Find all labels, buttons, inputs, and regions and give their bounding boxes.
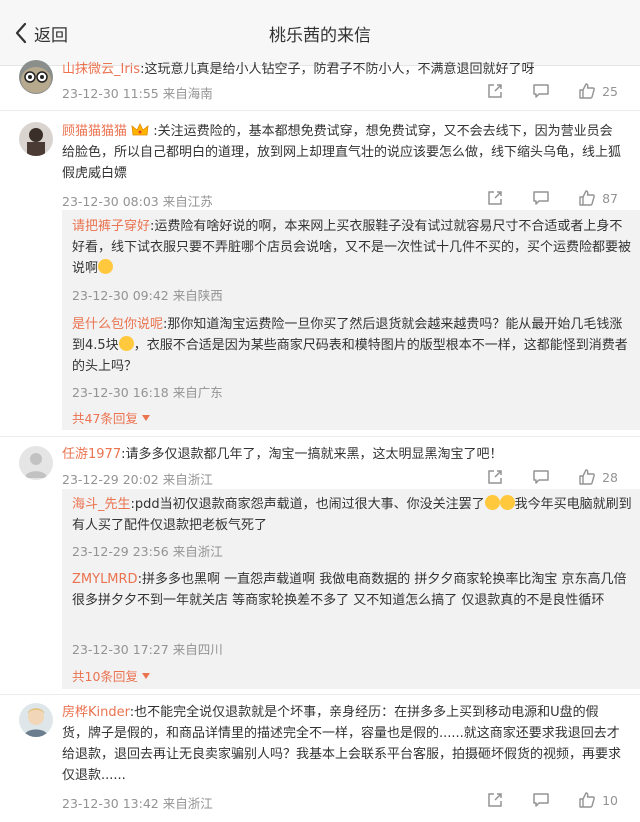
comment-actions: 25: [486, 82, 618, 100]
reply-meta: 23-12-30 16:18 来自广东: [72, 385, 223, 400]
comment-icon[interactable]: [532, 82, 550, 100]
divider: [0, 110, 640, 111]
username-link[interactable]: 请把裤子穿好: [72, 219, 150, 234]
comment-icon[interactable]: [532, 468, 550, 486]
like-count: 28: [602, 469, 618, 485]
emoji-icon: [98, 259, 114, 274]
reply-meta: 23-12-30 17:27 来自四川: [72, 642, 223, 657]
reply-text: 请把裤子穿好:运费险有啥好说的啊，本来网上买衣服鞋子没有试过就容易尺寸不合适或者…: [72, 219, 632, 276]
reply-text: ZMYLMRD:拼多多也黑啊 一直怨声载道啊 我做电商数据的 拼夕夕商家轮换率比…: [72, 572, 627, 608]
like-count: 87: [602, 190, 618, 206]
comment-text: 顾猫猫猫猫 :关注运费险的，基本都想免费试穿，想免费试穿，又不会去线下，因为营业…: [62, 123, 622, 181]
avatar[interactable]: [19, 60, 53, 94]
like-icon[interactable]: [578, 189, 596, 207]
share-icon[interactable]: [486, 791, 504, 809]
comment-text: 任游1977:请多多仅退款都几年了，淘宝一搞就来黑，这太明显黑淘宝了吧！: [62, 447, 503, 462]
username-link[interactable]: 顾猫猫猫猫: [62, 124, 127, 139]
comment-actions: 87: [486, 189, 618, 207]
comment-meta: 23-12-30 11:55 来自海南: [62, 86, 213, 101]
share-icon[interactable]: [486, 468, 504, 486]
comment-meta: 23-12-30 13:42 来自浙江: [62, 796, 213, 811]
emoji-icon: [118, 336, 134, 351]
comment-actions: 28: [486, 468, 618, 486]
reply-text: 是什么包你说呢:那你知道淘宝运费险一旦你买了然后退货就会越来越贵吗？能从最开始几…: [72, 317, 628, 374]
avatar[interactable]: [19, 122, 53, 156]
divider: [0, 694, 640, 695]
reply-text: 海斗_先生:pdd当初仅退款商家怨声载道，也闹过很大事、你没关注罢了 我今年买电脑…: [72, 495, 632, 533]
avatar[interactable]: [19, 446, 53, 480]
share-icon[interactable]: [486, 189, 504, 207]
reply-box: 请把裤子穿好:运费险有啥好说的啊，本来网上买衣服鞋子没有试过就容易尺寸不合适或者…: [62, 210, 640, 430]
like-icon[interactable]: [578, 82, 596, 100]
like-icon[interactable]: [578, 468, 596, 486]
like-count: 25: [602, 83, 618, 99]
username-link[interactable]: 房桦Kinder: [62, 705, 130, 720]
chevron-down-icon: [141, 414, 150, 421]
emoji-icon: [499, 495, 515, 510]
username-link[interactable]: 任游1977: [62, 447, 121, 462]
username-link[interactable]: ZMYLMRD: [72, 572, 138, 587]
share-icon[interactable]: [486, 82, 504, 100]
comment-actions: 10: [486, 791, 618, 809]
divider: [0, 436, 640, 437]
comment-icon[interactable]: [532, 189, 550, 207]
comment-text: 山抹微云_Iris:这玩意儿真是给小人钻空子，防君子不防小人，不满意退回就好了呀: [62, 62, 535, 77]
reply-box: 海斗_先生:pdd当初仅退款商家怨声载道，也闹过很大事、你没关注罢了 我今年买电脑…: [62, 489, 640, 689]
more-replies-link[interactable]: 共10条回复: [72, 666, 151, 685]
username-link[interactable]: 是什么包你说呢: [72, 317, 163, 332]
like-count: 10: [602, 792, 618, 808]
username-link[interactable]: 山抹微云_Iris: [62, 62, 140, 77]
emoji-icon: [484, 495, 500, 510]
reply-meta: 23-12-30 09:42 来自陕西: [72, 288, 223, 303]
avatar[interactable]: [19, 703, 53, 737]
comment-icon[interactable]: [532, 791, 550, 809]
top-bar: 返回 桃乐茜的来信: [0, 0, 640, 66]
chevron-down-icon: [141, 672, 150, 679]
reply-meta: 23-12-29 23:56 来自浙江: [72, 544, 223, 559]
more-replies-link[interactable]: 共47条回复: [72, 408, 151, 427]
comment-text: 房桦Kinder:也不能完全说仅退款就是个坏事，亲身经历：在拼多多上买到移动电源…: [62, 705, 622, 783]
comment-meta: 23-12-30 08:03 来自江苏: [62, 194, 213, 209]
comment-meta: 23-12-29 20:02 来自浙江: [62, 472, 213, 487]
like-icon[interactable]: [578, 791, 596, 809]
page-title: 桃乐茜的来信: [269, 26, 371, 46]
username-link[interactable]: 海斗_先生: [72, 497, 131, 512]
crown-badge-icon: [131, 123, 149, 136]
